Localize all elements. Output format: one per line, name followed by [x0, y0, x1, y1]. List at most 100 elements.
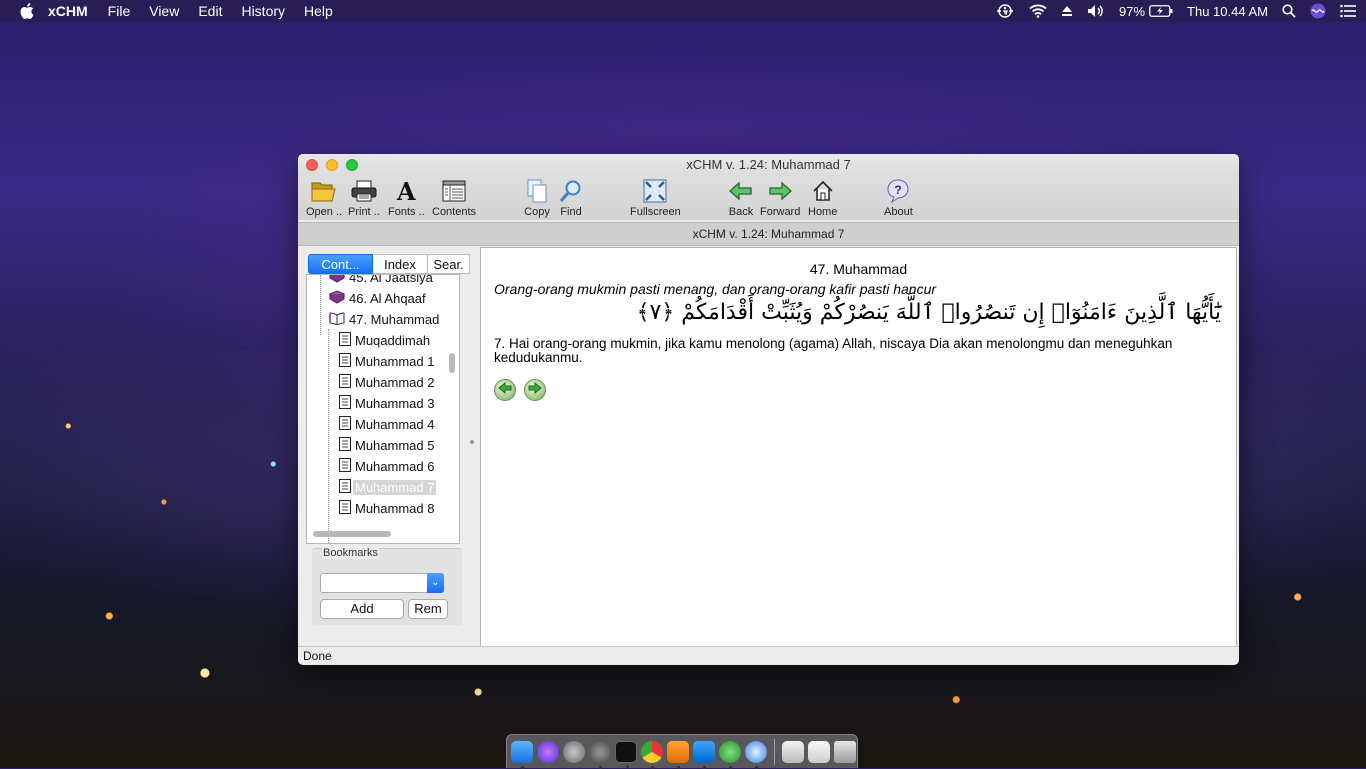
status-bar: Done: [298, 646, 1239, 665]
fullscreen-label: Fullscreen: [630, 206, 681, 218]
fullscreen-icon: [642, 178, 668, 204]
battery-percent[interactable]: 97%: [1119, 4, 1145, 19]
contents-button[interactable]: Contents: [432, 178, 476, 218]
forward-label: Forward: [760, 206, 801, 218]
find-button[interactable]: Find: [558, 178, 584, 218]
arrow-right-icon: [767, 178, 793, 204]
window-titlebar[interactable]: xCHM v. 1.24: Muhammad 7: [298, 154, 1239, 176]
menu-app-name[interactable]: xCHM: [48, 3, 88, 19]
eject-icon[interactable]: [1061, 5, 1073, 17]
home-icon: [810, 178, 836, 204]
spotlight-search-icon[interactable]: [1282, 4, 1296, 18]
maximize-window-button[interactable]: [346, 159, 358, 171]
panel-splitter[interactable]: [470, 440, 474, 444]
print-label: Print ..: [348, 206, 380, 218]
bookmarks-label: Bookmarks: [322, 547, 380, 559]
downloads-stack-icon[interactable]: [808, 740, 830, 763]
home-label: Home: [808, 206, 838, 218]
home-button[interactable]: Home: [808, 178, 837, 218]
tree-item[interactable]: 46. Al Ahqaaf: [328, 288, 426, 309]
contents-tree[interactable]: 45. Al Jaatsiya 46. Al Ahqaaf 47. Muhamm…: [306, 274, 460, 544]
open-label: Open ..: [306, 206, 343, 218]
menu-bar: xCHM File View Edit History Help 97% Thu…: [0, 0, 1366, 22]
documents-stack-icon[interactable]: [782, 740, 804, 763]
dock-separator: [774, 738, 775, 765]
tree-item[interactable]: 45. Al Jaatsiya: [329, 275, 433, 288]
open-button[interactable]: Open ..: [306, 178, 342, 218]
tree-item[interactable]: Muhammad 1: [339, 351, 434, 372]
launchpad-icon[interactable]: [563, 740, 585, 763]
fullscreen-button[interactable]: Fullscreen: [630, 178, 681, 218]
copy-button[interactable]: Copy: [524, 178, 550, 218]
xchm-app-icon[interactable]: [719, 740, 741, 769]
siri-icon[interactable]: [537, 740, 559, 763]
siri-icon[interactable]: [1310, 3, 1326, 19]
bookmarks-dropdown[interactable]: ⌄: [320, 573, 444, 593]
tree-item[interactable]: Muhammad 4: [339, 414, 434, 435]
fonts-button[interactable]: A Fonts ..: [388, 177, 425, 219]
about-button[interactable]: ? About: [884, 178, 913, 218]
book-icon: [329, 275, 345, 286]
back-button[interactable]: Back: [728, 178, 754, 218]
tab-search[interactable]: Sear.: [428, 254, 470, 274]
menu-history[interactable]: History: [241, 3, 285, 19]
tree-item[interactable]: Muhammad 5: [339, 435, 434, 456]
html-content-view: 47. Muhammad Orang-orang mukmin pasti me…: [480, 247, 1237, 647]
menu-view[interactable]: View: [149, 3, 179, 19]
next-page-button[interactable]: [524, 379, 546, 401]
tab-contents[interactable]: Cont...: [308, 254, 373, 274]
help-icon: ?: [885, 178, 911, 204]
volume-icon[interactable]: [1087, 4, 1105, 18]
navigation-panel: Cont... Index Sear. 45. Al Jaatsiya 46. …: [302, 246, 470, 646]
finder-icon[interactable]: [511, 740, 533, 769]
forward-button[interactable]: Forward: [760, 178, 800, 218]
tree-item-selected[interactable]: Muhammad 7: [339, 477, 437, 498]
close-window-button[interactable]: [306, 159, 318, 171]
tree-item[interactable]: Muqaddimah: [339, 330, 430, 351]
bookmarks-group: Bookmarks ⌄ Add Rem: [312, 547, 462, 625]
arrow-left-icon: [728, 178, 754, 204]
accessibility-icon[interactable]: [995, 3, 1015, 19]
page-icon: [339, 395, 351, 412]
tree-item[interactable]: 47. Muhammad: [329, 309, 439, 330]
find-label: Find: [560, 206, 582, 218]
print-button[interactable]: Print ..: [348, 178, 380, 218]
tree-item[interactable]: Muhammad 8: [339, 498, 434, 519]
tree-item[interactable]: Muhammad 2: [339, 372, 434, 393]
wifi-icon[interactable]: [1029, 4, 1047, 18]
tree-horizontal-scrollbar[interactable]: [313, 531, 391, 537]
tree-item[interactable]: Muhammad 3: [339, 393, 434, 414]
menu-file[interactable]: File: [108, 3, 131, 19]
chrome-icon[interactable]: [641, 740, 663, 769]
minimize-window-button[interactable]: [326, 159, 338, 171]
chevron-down-icon[interactable]: ⌄: [427, 573, 444, 593]
vscode-icon[interactable]: [693, 740, 715, 769]
apple-icon[interactable]: [20, 3, 34, 19]
add-bookmark-button[interactable]: Add: [320, 599, 404, 619]
tab-index[interactable]: Index: [373, 254, 428, 274]
tree-item[interactable]: Muhammad 6: [339, 456, 434, 477]
verse-translation: 7. Hai orang-orang mukmin, jika kamu men…: [494, 336, 1173, 365]
sublime-text-icon[interactable]: [667, 740, 689, 769]
trash-icon[interactable]: [834, 740, 856, 763]
system-preferences-icon[interactable]: [589, 740, 611, 769]
arrow-right-icon: [528, 381, 542, 399]
page-icon: [339, 374, 351, 391]
svg-text:?: ?: [895, 183, 902, 197]
fonts-label: Fonts ..: [388, 206, 425, 218]
notification-center-icon[interactable]: [1340, 4, 1356, 18]
terminal-icon[interactable]: [615, 740, 637, 768]
menu-help[interactable]: Help: [304, 3, 333, 19]
open-book-icon: [329, 311, 345, 328]
previous-page-button[interactable]: [494, 379, 516, 401]
clock[interactable]: Thu 10.44 AM: [1187, 4, 1268, 19]
tree-vertical-scrollbar[interactable]: [449, 353, 455, 373]
remove-bookmark-button[interactable]: Rem: [408, 599, 448, 619]
page-icon: [339, 353, 351, 370]
page-icon: [339, 500, 351, 517]
battery-icon[interactable]: [1149, 5, 1173, 17]
page-title: 47. Muhammad: [809, 261, 908, 277]
browser-icon[interactable]: [745, 740, 767, 769]
menu-edit[interactable]: Edit: [198, 3, 222, 19]
about-label: About: [884, 206, 913, 218]
